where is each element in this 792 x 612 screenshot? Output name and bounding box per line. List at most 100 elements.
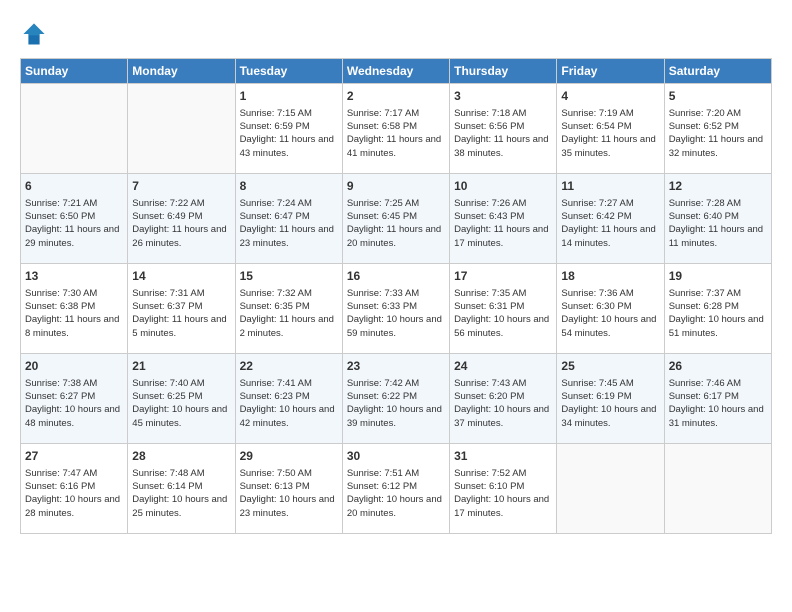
day-number: 12 <box>669 178 767 195</box>
day-number: 14 <box>132 268 230 285</box>
header-cell-wednesday: Wednesday <box>342 59 449 84</box>
day-cell <box>21 84 128 174</box>
day-info: Sunrise: 7:45 AM <box>561 377 659 390</box>
day-cell: 15Sunrise: 7:32 AMSunset: 6:35 PMDayligh… <box>235 264 342 354</box>
calendar-page: SundayMondayTuesdayWednesdayThursdayFrid… <box>0 0 792 544</box>
header-cell-tuesday: Tuesday <box>235 59 342 84</box>
day-info: Daylight: 10 hours and 34 minutes. <box>561 403 659 430</box>
day-info: Sunrise: 7:41 AM <box>240 377 338 390</box>
day-info: Sunset: 6:13 PM <box>240 480 338 493</box>
day-info: Daylight: 10 hours and 39 minutes. <box>347 403 445 430</box>
day-info: Sunrise: 7:48 AM <box>132 467 230 480</box>
day-cell <box>128 84 235 174</box>
day-number: 17 <box>454 268 552 285</box>
day-number: 4 <box>561 88 659 105</box>
day-info: Sunrise: 7:36 AM <box>561 287 659 300</box>
day-info: Daylight: 10 hours and 48 minutes. <box>25 403 123 430</box>
day-info: Sunrise: 7:40 AM <box>132 377 230 390</box>
day-info: Sunrise: 7:25 AM <box>347 197 445 210</box>
day-info: Sunrise: 7:43 AM <box>454 377 552 390</box>
calendar-body: 1Sunrise: 7:15 AMSunset: 6:59 PMDaylight… <box>21 84 772 534</box>
day-number: 8 <box>240 178 338 195</box>
day-number: 22 <box>240 358 338 375</box>
day-info: Sunrise: 7:21 AM <box>25 197 123 210</box>
day-number: 9 <box>347 178 445 195</box>
header-row: SundayMondayTuesdayWednesdayThursdayFrid… <box>21 59 772 84</box>
day-number: 27 <box>25 448 123 465</box>
day-info: Sunrise: 7:31 AM <box>132 287 230 300</box>
day-info: Sunrise: 7:18 AM <box>454 107 552 120</box>
day-info: Sunset: 6:58 PM <box>347 120 445 133</box>
day-info: Daylight: 10 hours and 23 minutes. <box>240 493 338 520</box>
day-info: Daylight: 11 hours and 26 minutes. <box>132 223 230 250</box>
day-cell <box>664 444 771 534</box>
day-info: Sunset: 6:45 PM <box>347 210 445 223</box>
day-info: Daylight: 10 hours and 54 minutes. <box>561 313 659 340</box>
day-cell: 26Sunrise: 7:46 AMSunset: 6:17 PMDayligh… <box>664 354 771 444</box>
day-number: 19 <box>669 268 767 285</box>
day-number: 26 <box>669 358 767 375</box>
day-cell: 10 Sunrise: 7:26 AMSunset: 6:43 PMDayligh… <box>450 174 557 264</box>
day-cell: 14Sunrise: 7:31 AMSunset: 6:37 PMDayligh… <box>128 264 235 354</box>
day-cell: 3Sunrise: 7:18 AMSunset: 6:56 PMDaylight… <box>450 84 557 174</box>
day-cell: 25Sunrise: 7:45 AMSunset: 6:19 PMDayligh… <box>557 354 664 444</box>
day-info: Sunset: 6:43 PM <box>454 210 552 223</box>
day-cell: 2Sunrise: 7:17 AMSunset: 6:58 PMDaylight… <box>342 84 449 174</box>
header-cell-sunday: Sunday <box>21 59 128 84</box>
day-cell: 11Sunrise: 7:27 AMSunset: 6:42 PMDayligh… <box>557 174 664 264</box>
day-info: Sunrise: 7:22 AM <box>132 197 230 210</box>
day-info: Sunset: 6:31 PM <box>454 300 552 313</box>
day-cell: 9 Sunrise: 7:25 AMSunset: 6:45 PMDaylight… <box>342 174 449 264</box>
day-info: Daylight: 11 hours and 20 minutes. <box>347 223 445 250</box>
day-info: Sunset: 6:59 PM <box>240 120 338 133</box>
header-cell-thursday: Thursday <box>450 59 557 84</box>
day-info: Sunrise: 7:19 AM <box>561 107 659 120</box>
day-cell: 30Sunrise: 7:51 AMSunset: 6:12 PMDayligh… <box>342 444 449 534</box>
day-info: Sunset: 6:30 PM <box>561 300 659 313</box>
day-info: Sunrise: 7:26 AM <box>454 197 552 210</box>
day-info: Daylight: 11 hours and 43 minutes. <box>240 133 338 160</box>
day-info: Sunrise: 7:28 AM <box>669 197 767 210</box>
day-info: Daylight: 10 hours and 25 minutes. <box>132 493 230 520</box>
day-info: Sunset: 6:56 PM <box>454 120 552 133</box>
day-info: Sunrise: 7:38 AM <box>25 377 123 390</box>
day-info: Daylight: 11 hours and 2 minutes. <box>240 313 338 340</box>
header <box>20 20 772 48</box>
day-info: Sunset: 6:40 PM <box>669 210 767 223</box>
day-number: 20 <box>25 358 123 375</box>
day-number: 10 <box>454 178 552 195</box>
day-info: Sunset: 6:54 PM <box>561 120 659 133</box>
day-number: 30 <box>347 448 445 465</box>
day-info: Sunrise: 7:30 AM <box>25 287 123 300</box>
week-row-1: 1Sunrise: 7:15 AMSunset: 6:59 PMDaylight… <box>21 84 772 174</box>
day-cell: 24Sunrise: 7:43 AMSunset: 6:20 PMDayligh… <box>450 354 557 444</box>
day-info: Daylight: 11 hours and 14 minutes. <box>561 223 659 250</box>
day-info: Daylight: 10 hours and 37 minutes. <box>454 403 552 430</box>
day-info: Sunrise: 7:52 AM <box>454 467 552 480</box>
header-cell-monday: Monday <box>128 59 235 84</box>
day-cell: 18Sunrise: 7:36 AMSunset: 6:30 PMDayligh… <box>557 264 664 354</box>
day-cell: 28Sunrise: 7:48 AMSunset: 6:14 PMDayligh… <box>128 444 235 534</box>
day-info: Sunset: 6:38 PM <box>25 300 123 313</box>
day-info: Sunrise: 7:20 AM <box>669 107 767 120</box>
day-info: Daylight: 11 hours and 38 minutes. <box>454 133 552 160</box>
day-info: Sunset: 6:49 PM <box>132 210 230 223</box>
day-cell: 6Sunrise: 7:21 AMSunset: 6:50 PMDaylight… <box>21 174 128 264</box>
day-info: Sunset: 6:37 PM <box>132 300 230 313</box>
day-info: Sunset: 6:35 PM <box>240 300 338 313</box>
day-cell: 5Sunrise: 7:20 AMSunset: 6:52 PMDaylight… <box>664 84 771 174</box>
day-number: 31 <box>454 448 552 465</box>
day-number: 23 <box>347 358 445 375</box>
day-info: Sunset: 6:42 PM <box>561 210 659 223</box>
day-cell: 23Sunrise: 7:42 AMSunset: 6:22 PMDayligh… <box>342 354 449 444</box>
day-info: Sunset: 6:12 PM <box>347 480 445 493</box>
header-cell-saturday: Saturday <box>664 59 771 84</box>
day-info: Daylight: 11 hours and 17 minutes. <box>454 223 552 250</box>
day-info: Daylight: 10 hours and 28 minutes. <box>25 493 123 520</box>
day-info: Daylight: 11 hours and 8 minutes. <box>25 313 123 340</box>
day-info: Daylight: 10 hours and 17 minutes. <box>454 493 552 520</box>
day-info: Sunset: 6:52 PM <box>669 120 767 133</box>
day-number: 6 <box>25 178 123 195</box>
day-cell: 13Sunrise: 7:30 AMSunset: 6:38 PMDayligh… <box>21 264 128 354</box>
logo <box>20 20 50 48</box>
